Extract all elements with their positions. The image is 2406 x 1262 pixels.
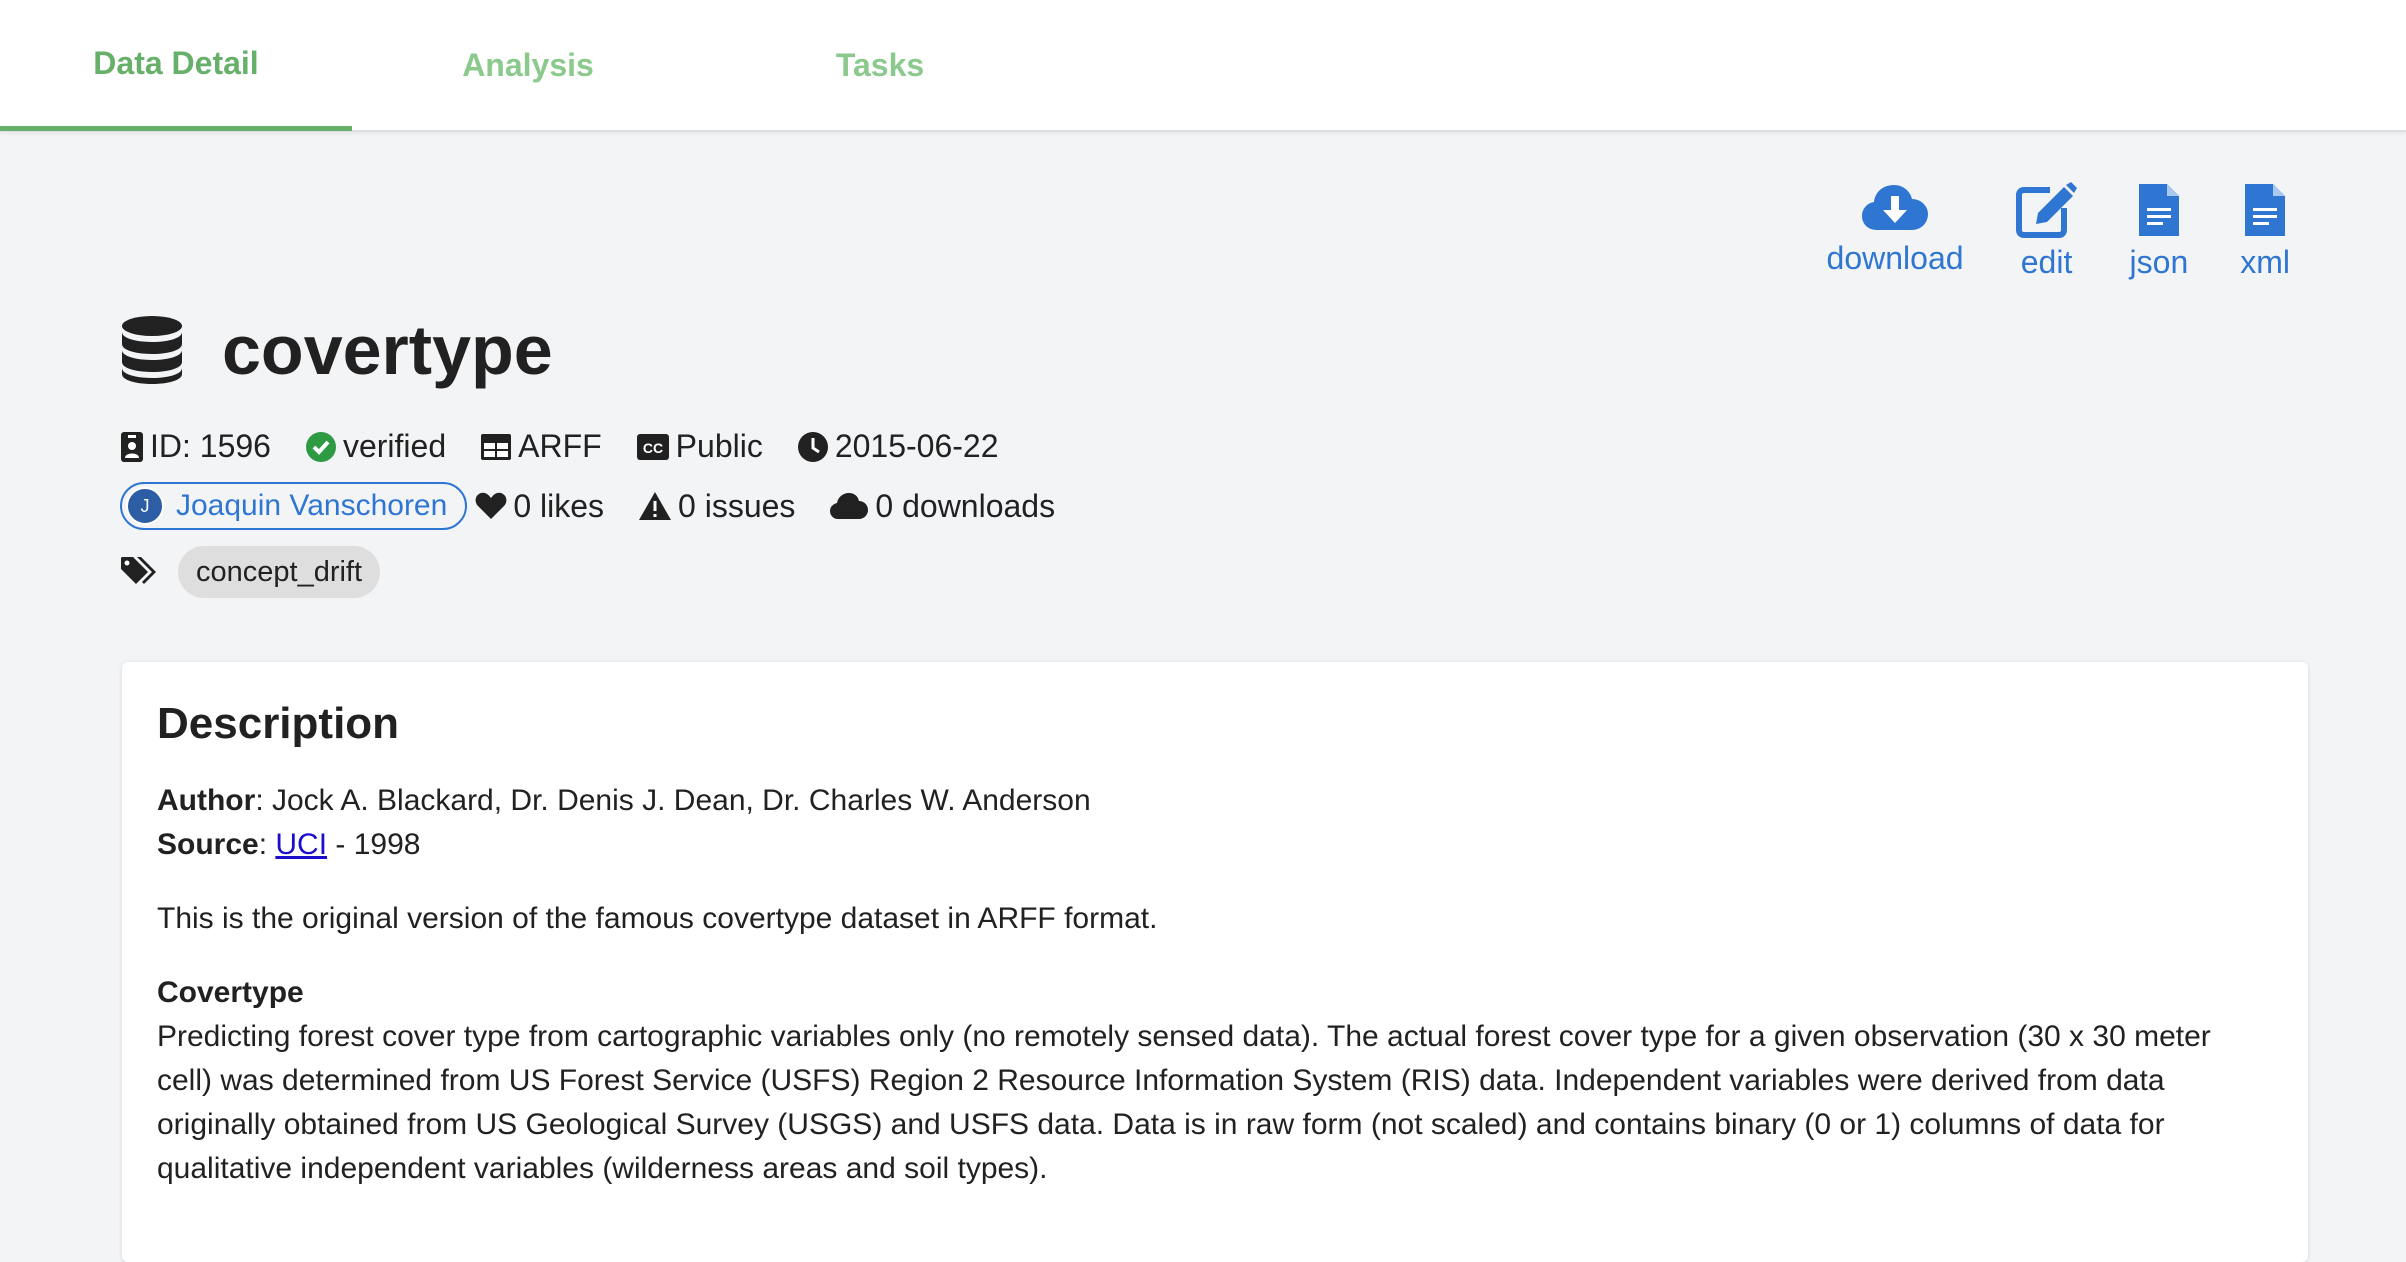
source-year: - 1998 (327, 827, 421, 861)
source-label: Source (157, 827, 259, 861)
description-card: Description Author: Jock A. Blackard, Dr… (122, 662, 2308, 1262)
document-icon (2138, 184, 2179, 236)
json-label: json (2129, 244, 2189, 280)
edit-icon (2015, 182, 2077, 238)
author-value: : Jock A. Blackard, Dr. Denis J. Dean, D… (255, 783, 1091, 817)
dataset-stats: J Joaquin Vanschoren 0 likes 0 issues 0 … (120, 482, 1089, 530)
likes-count: 0 likes (475, 488, 604, 525)
upload-date: 2015-06-22 (797, 428, 999, 465)
issues-count: 0 issues (638, 488, 795, 525)
date-text: 2015-06-22 (834, 428, 999, 464)
clock-icon (797, 431, 828, 462)
source-link[interactable]: UCI (275, 828, 327, 861)
source-sep: : (258, 827, 276, 861)
author-label: Author (157, 783, 256, 817)
downloads-count: 0 downloads (829, 488, 1055, 525)
cloud-download-icon (1862, 185, 1929, 230)
edit-button[interactable]: edit (2015, 182, 2078, 281)
format-info: ARFF (480, 428, 602, 465)
author-line: Author: Jock A. Blackard, Dr. Denis J. D… (157, 779, 2273, 823)
description-heading: Description (157, 699, 400, 748)
check-circle-icon (305, 431, 336, 462)
json-button[interactable]: json (2129, 182, 2189, 281)
dataset-meta: ID: 1596 verified ARFF CC Public 2015-06… (120, 428, 1033, 465)
format-text: ARFF (518, 428, 602, 464)
verified-text: verified (342, 428, 447, 464)
tab-analysis[interactable]: Analysis (352, 0, 704, 130)
database-icon (122, 316, 182, 384)
xml-label: xml (2240, 244, 2290, 280)
issues-text: 0 issues (678, 487, 796, 524)
svg-text:CC: CC (643, 440, 663, 456)
source-line: Source: UCI - 1998 (157, 823, 2273, 867)
dataset-id: ID: 1596 (120, 428, 271, 465)
heart-icon (475, 492, 507, 519)
table-icon (481, 433, 512, 460)
download-label: download (1826, 240, 1964, 276)
warning-icon (639, 492, 672, 520)
tab-tasks[interactable]: Tasks (704, 0, 1056, 130)
download-button[interactable]: download (1827, 182, 1964, 281)
document-icon (2245, 184, 2286, 236)
xml-button[interactable]: xml (2240, 182, 2290, 281)
dataset-id-text: ID: 1596 (150, 428, 271, 464)
dataset-header: covertype (120, 310, 553, 390)
cloud-icon (830, 493, 869, 519)
tags-icon (121, 557, 156, 584)
tags-row: concept_drift (120, 546, 381, 598)
license-info: CC Public (636, 428, 763, 465)
page-title: covertype (222, 311, 553, 389)
id-badge-icon (121, 431, 143, 462)
uploader-name: Joaquin Vanschoren (176, 489, 448, 522)
tab-bar: Data Detail Analysis Tasks (0, 0, 2406, 132)
downloads-text: 0 downloads (875, 487, 1056, 524)
creative-commons-icon: CC (636, 433, 669, 460)
tab-data-detail[interactable]: Data Detail (0, 0, 352, 131)
verified-status: verified (305, 428, 446, 465)
covertype-body: Predicting forest cover type from cartog… (157, 1019, 2211, 1185)
intro-text: This is the original version of the famo… (157, 901, 1158, 935)
tag-chip[interactable]: concept_drift (178, 546, 381, 598)
covertype-heading: Covertype (157, 975, 304, 1009)
license-text: Public (675, 428, 763, 464)
uploader-chip[interactable]: J Joaquin Vanschoren (120, 482, 468, 530)
avatar: J (126, 487, 164, 525)
likes-text: 0 likes (513, 487, 605, 524)
edit-label: edit (2020, 244, 2073, 280)
dataset-actions: download edit json xml (1775, 182, 2290, 281)
